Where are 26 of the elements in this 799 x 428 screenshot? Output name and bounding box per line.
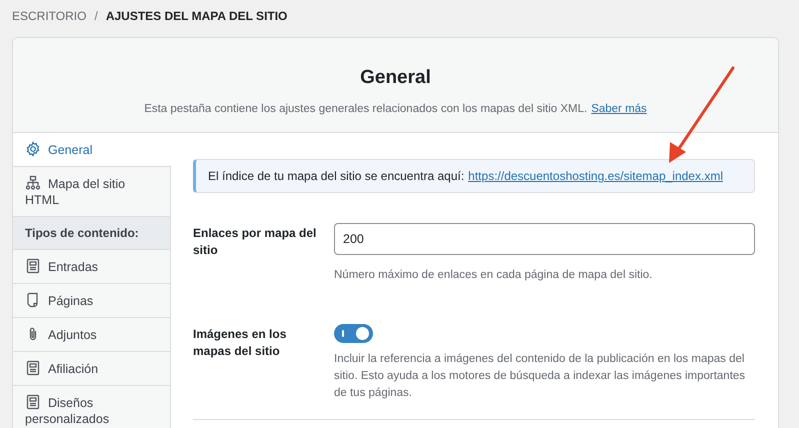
sidebar-tab[interactable]: Páginas: [13, 284, 171, 318]
sidebar-tab[interactable]: Diseños personalizados: [13, 386, 171, 428]
sidebar-tab[interactable]: Adjuntos: [13, 318, 171, 352]
sidebar-tab[interactable]: Afiliación: [13, 352, 171, 386]
setting-label: Imágenes en los mapas del sitio: [193, 326, 288, 360]
sitemap-link[interactable]: https://descuentoshosting.es/sitemap_index.xml: [468, 167, 723, 185]
breadcrumb-separator: /: [94, 8, 98, 25]
sidebar-heading: Tipos de contenido:: [13, 217, 171, 250]
breadcrumb-current: AJUSTES DEL MAPA DEL SITIO: [106, 8, 288, 25]
document-icon: [25, 394, 41, 410]
help-text: Incluir la referencia a imágenes del contenido de la publicación en los mapas del sitio. Esto ayuda a los motores de búsqueda a indexar las imágenes importantes de tus páginas.: [334, 352, 746, 401]
gear-icon: [25, 141, 41, 157]
number-field[interactable]: 200: [334, 223, 755, 255]
sidebar-tab[interactable]: Entradas: [13, 250, 171, 284]
toggle-switch[interactable]: [334, 324, 373, 343]
page-title: General: [360, 66, 431, 90]
document-icon: [25, 360, 41, 376]
sidebar-tab[interactable]: Mapa del sitio HTML: [13, 167, 171, 217]
help-text: Número máximo de enlaces en cada página de mapa del sitio.: [334, 268, 654, 283]
document-icon: [25, 258, 41, 274]
learn-more-link[interactable]: Saber más: [591, 100, 647, 118]
setting-label: Enlaces por mapa del sitio: [193, 225, 318, 259]
sitemap-icon: [25, 175, 41, 191]
breadcrumb-link[interactable]: ESCRITORIO: [12, 7, 86, 25]
header-description: Esta pestaña contiene los ajustes generales relacionados con los mapas del sitio XML.: [144, 102, 588, 116]
notice-text: El índice de tu mapa del sitio se encuentra aquí:: [208, 168, 464, 185]
